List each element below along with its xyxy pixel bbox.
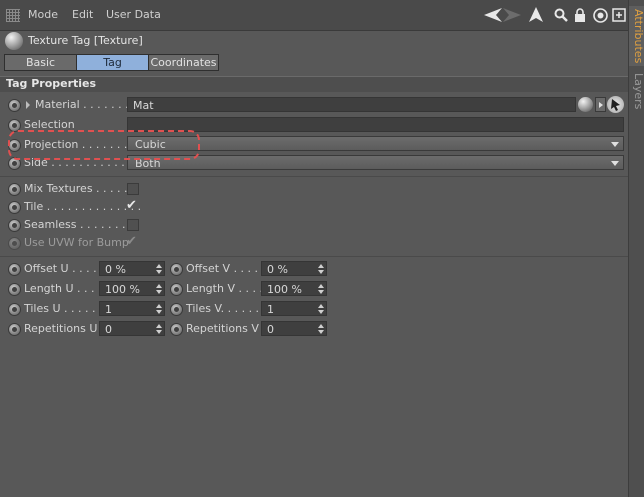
tab-coordinates[interactable]: Coordinates	[148, 54, 219, 71]
repetitions-v-field[interactable]: 0	[261, 321, 327, 336]
length-u-field[interactable]: 100 %	[99, 281, 165, 296]
stepper-arrows-icon[interactable]	[318, 284, 324, 294]
tiles-v-anim-radio[interactable]	[170, 303, 183, 316]
offset-u-field[interactable]: 0 %	[99, 261, 165, 276]
stepper-arrows-icon[interactable]	[156, 304, 162, 314]
length-v-anim-radio[interactable]	[170, 283, 183, 296]
offset-v-field[interactable]: 0 %	[261, 261, 327, 276]
tiles-u-value: 1	[105, 303, 112, 316]
stepper-arrows-icon[interactable]	[156, 284, 162, 294]
tile-anim-radio[interactable]	[8, 201, 21, 214]
new-window-icon[interactable]	[611, 7, 627, 23]
length-v-field[interactable]: 100 %	[261, 281, 327, 296]
offset-u-anim-radio[interactable]	[8, 263, 21, 276]
chevron-down-icon	[611, 161, 619, 166]
length-v-value: 100 %	[267, 283, 302, 296]
tiles-u-label: Tiles U . . . . . .	[24, 302, 103, 315]
use-uvw-checkbox: ✔	[126, 234, 137, 249]
tile-checkbox[interactable]: ✔	[126, 199, 137, 212]
section-title: Tag Properties	[6, 77, 97, 90]
material-field[interactable]: Mat	[127, 97, 576, 112]
play-arrow-icon	[599, 102, 603, 108]
menu-edit[interactable]: Edit	[72, 8, 93, 21]
offset-v-anim-radio[interactable]	[170, 263, 183, 276]
forward-arrow-icon[interactable]	[503, 7, 521, 23]
divider	[0, 256, 628, 257]
texture-tag-icon	[5, 32, 23, 50]
material-anim-radio[interactable]	[8, 99, 21, 112]
offset-v-value: 0 %	[267, 263, 288, 276]
seamless-label: Seamless . . . . . . .	[24, 218, 126, 231]
repetitions-u-value: 0	[105, 323, 112, 336]
stepper-arrows-icon[interactable]	[318, 264, 324, 274]
menu-user-data[interactable]: User Data	[106, 8, 161, 21]
mix-textures-checkbox[interactable]	[127, 183, 139, 195]
projection-highlight-annotation	[8, 130, 200, 160]
object-title: Texture Tag [Texture]	[28, 34, 143, 47]
stepper-arrows-icon[interactable]	[156, 264, 162, 274]
menubar: Mode Edit User Data	[0, 0, 628, 31]
tab-layers[interactable]: Layers	[629, 70, 644, 112]
length-u-anim-radio[interactable]	[8, 283, 21, 296]
material-arrow-button[interactable]	[595, 97, 606, 112]
section-header: Tag Properties	[0, 76, 628, 92]
tab-attributes[interactable]: Attributes	[629, 6, 644, 66]
length-u-label: Length U . . . .	[24, 282, 102, 295]
offset-u-label: Offset U . . . .	[24, 262, 97, 275]
use-uvw-anim-radio	[8, 237, 21, 250]
seamless-anim-radio[interactable]	[8, 219, 21, 232]
pick-cursor-button[interactable]	[607, 96, 624, 113]
tiles-v-label: Tiles V. . . . . .	[186, 302, 260, 315]
target-icon[interactable]	[592, 7, 608, 23]
panel-grip-icon[interactable]	[6, 9, 20, 22]
tiles-u-field[interactable]: 1	[99, 301, 165, 316]
repetitions-v-value: 0	[267, 323, 274, 336]
cursor-up-icon[interactable]	[528, 7, 544, 23]
tab-basic[interactable]: Basic	[4, 54, 77, 71]
tab-tag[interactable]: Tag	[76, 54, 149, 71]
cursor-pick-icon	[611, 99, 620, 111]
offset-v-label: Offset V . . . .	[186, 262, 259, 275]
length-u-value: 100 %	[105, 283, 140, 296]
side-dropdown[interactable]: Both	[127, 155, 624, 170]
repetitions-u-anim-radio[interactable]	[8, 323, 21, 336]
mix-textures-anim-radio[interactable]	[8, 183, 21, 196]
search-icon[interactable]	[553, 7, 569, 23]
selection-field[interactable]	[127, 117, 624, 132]
repetitions-v-anim-radio[interactable]	[170, 323, 183, 336]
repetitions-u-field[interactable]: 0	[99, 321, 165, 336]
tiles-u-anim-radio[interactable]	[8, 303, 21, 316]
chevron-down-icon	[611, 142, 619, 147]
back-arrow-icon[interactable]	[484, 7, 502, 23]
stepper-arrows-icon[interactable]	[318, 304, 324, 314]
tiles-v-field[interactable]: 1	[261, 301, 327, 316]
object-header: Texture Tag [Texture]	[0, 30, 628, 52]
repetitions-v-label: Repetitions V	[186, 322, 259, 335]
length-v-label: Length V . . . .	[186, 282, 263, 295]
mix-textures-label: Mix Textures . . . . .	[24, 182, 128, 195]
seamless-checkbox[interactable]	[127, 219, 139, 231]
offset-u-value: 0 %	[105, 263, 126, 276]
side-tab-strip: Attributes Layers	[628, 0, 644, 497]
tiles-v-value: 1	[267, 303, 274, 316]
expand-triangle-icon[interactable]	[26, 101, 30, 109]
stepper-arrows-icon[interactable]	[156, 324, 162, 334]
menu-mode[interactable]: Mode	[28, 8, 58, 21]
projection-dropdown[interactable]: Cubic	[127, 136, 624, 151]
stepper-arrows-icon[interactable]	[318, 324, 324, 334]
divider	[0, 176, 628, 177]
lock-icon[interactable]	[572, 7, 588, 23]
material-label: Material . . . . . . .	[35, 98, 129, 111]
material-preview-icon	[578, 97, 593, 112]
tile-label: Tile . . . . . . . . . . . . . .	[24, 200, 142, 213]
repetitions-u-label: Repetitions U	[24, 322, 98, 335]
use-uvw-label: Use UVW for Bump	[24, 236, 129, 249]
